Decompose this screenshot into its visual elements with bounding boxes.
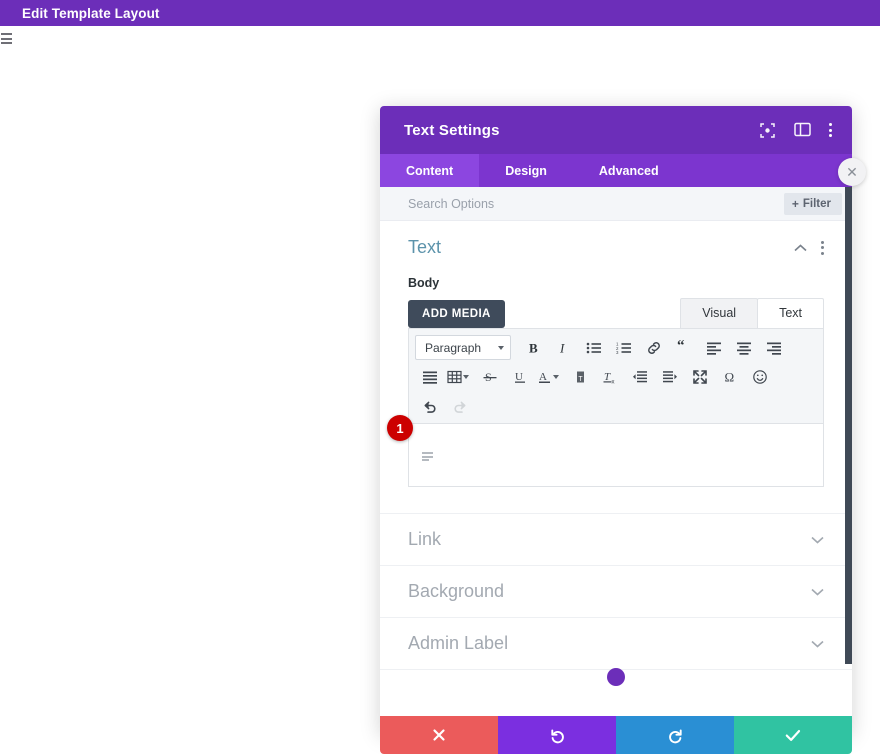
paragraph-placeholder-icon [422,452,433,461]
align-right-icon[interactable] [759,334,789,361]
modal-body: Text Body ADD MEDIA Visual Text Paragrap… [380,221,852,716]
body-field-label: Body [408,276,440,290]
editor-tab-text[interactable]: Text [757,298,824,328]
plus-icon: + [791,196,799,211]
page-canvas: Text Settings Content Design Advanced Se… [0,26,880,754]
section-text-header[interactable]: Text [408,237,824,268]
blockquote-icon[interactable]: “ [669,334,699,361]
cancel-button[interactable] [380,716,498,754]
split-view-icon[interactable] [794,122,811,139]
section-text: Text Body ADD MEDIA Visual Text Paragrap… [380,221,852,487]
svg-text:I: I [559,340,565,355]
tab-advanced[interactable]: Advanced [573,154,685,187]
editor-toolbar: Paragraph B I 1 2 3 “ U A T T x Ω [408,328,824,424]
search-row: + Filter [380,187,852,221]
filter-button-label: Filter [802,197,831,210]
section-admin-label[interactable]: Admin Label [380,617,852,669]
align-justify-icon[interactable] [415,363,445,390]
align-left-icon[interactable] [699,334,729,361]
svg-text:T: T [604,371,611,383]
numbered-list-icon[interactable]: 1 2 3 [609,334,639,361]
special-character-icon[interactable]: Ω [715,363,745,390]
tab-content[interactable]: Content [380,154,480,187]
redo-icon[interactable] [445,392,475,419]
editor-mode-tabs: Visual Text [680,298,824,328]
add-media-button[interactable]: ADD MEDIA [408,300,505,328]
save-button[interactable] [734,716,852,754]
table-icon[interactable] [445,363,475,390]
toolbar-row-2: S U [415,362,817,391]
modal-footer [380,716,852,754]
undo-button[interactable] [498,716,616,754]
undo-icon [550,728,564,743]
redo-icon [668,728,682,743]
modal-drag-handle[interactable] [607,668,625,686]
fullscreen-icon[interactable] [685,363,715,390]
section-admin-label-title: Admin Label [408,633,509,653]
underline-icon[interactable]: U [505,363,535,390]
filter-button[interactable]: + Filter [783,192,842,215]
chevron-up-icon[interactable] [793,241,807,255]
indent-icon[interactable] [655,363,685,390]
section-background-title: Background [408,581,505,601]
paragraph-format-select[interactable]: Paragraph [415,335,511,360]
modal-tab-bar: Content Design Advanced [380,154,852,187]
modal-header-actions [759,122,832,139]
section-text-title: Text [408,237,442,257]
section-link[interactable]: Link [380,513,852,565]
bold-icon[interactable]: B [519,334,549,361]
bulleted-list-icon[interactable] [579,334,609,361]
modal-scrollbar[interactable] [845,187,852,664]
toolbar-row-1: Paragraph B I 1 2 3 “ [415,333,817,362]
editor-topbar: ADD MEDIA Visual Text [408,298,824,328]
close-icon [433,729,445,741]
admin-bar: Edit Template Layout [0,0,880,26]
focus-target-icon[interactable] [759,122,776,139]
clear-formatting-icon[interactable]: T x [595,363,625,390]
chevron-down-icon [463,374,469,379]
check-icon [785,729,801,741]
chevron-down-icon[interactable] [810,637,824,651]
align-center-icon[interactable] [729,334,759,361]
modal-header: Text Settings [380,106,852,154]
svg-text:“: “ [677,340,685,354]
chevron-down-icon[interactable] [810,585,824,599]
paste-as-text-icon[interactable]: T [565,363,595,390]
modal-close-button[interactable]: ✕ [838,158,866,186]
text-color-icon[interactable]: A [535,363,565,390]
redo-button[interactable] [616,716,734,754]
section-text-menu-icon[interactable] [821,240,824,255]
section-link-title: Link [408,529,442,549]
step-badge: 1 [387,415,413,441]
editor-tab-visual[interactable]: Visual [680,298,759,328]
svg-text:A: A [539,371,547,383]
section-background[interactable]: Background [380,565,852,617]
text-settings-modal: Text Settings Content Design Advanced Se… [380,106,866,754]
strikethrough-icon[interactable]: S [475,363,505,390]
chevron-down-icon[interactable] [810,533,824,547]
svg-text:x: x [612,379,615,385]
svg-text:B: B [529,340,538,355]
search-input[interactable] [408,196,784,211]
hamburger-icon[interactable] [1,33,12,44]
emoji-icon[interactable] [745,363,775,390]
more-options-icon[interactable] [829,123,832,137]
body-text-area[interactable]: 1 [387,415,824,487]
svg-text:U: U [515,371,523,383]
body-editor: ADD MEDIA Visual Text Paragraph B I 1 2 … [387,298,824,487]
italic-icon[interactable]: I [549,334,579,361]
outdent-icon[interactable] [625,363,655,390]
chevron-down-icon [498,345,504,350]
link-icon[interactable] [639,334,669,361]
toolbar-row-3 [415,391,817,420]
svg-text:Ω: Ω [725,369,735,384]
tab-design[interactable]: Design [479,154,573,187]
undo-icon[interactable] [415,392,445,419]
svg-text:T: T [578,376,583,383]
modal-title: Text Settings [404,121,500,139]
svg-text:3: 3 [616,350,619,355]
admin-bar-title: Edit Template Layout [22,5,160,21]
paragraph-format-value: Paragraph [425,340,482,355]
chevron-down-icon [553,374,559,379]
